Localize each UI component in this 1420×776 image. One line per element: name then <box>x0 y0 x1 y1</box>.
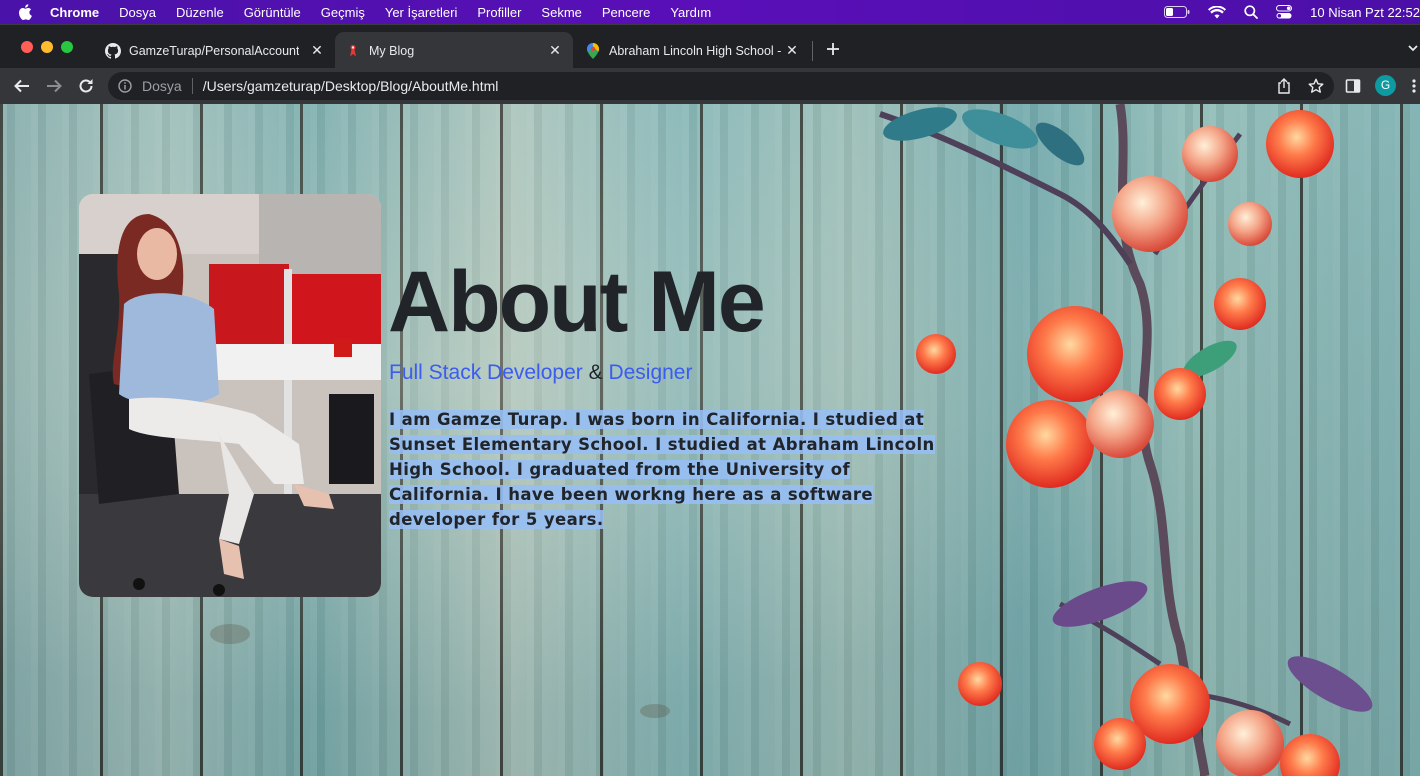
close-tab-icon[interactable]: ✕ <box>309 42 325 58</box>
github-icon <box>105 42 121 59</box>
menu-sekme[interactable]: Sekme <box>541 5 581 20</box>
new-tab-icon[interactable] <box>824 40 842 58</box>
bio-line: Sunset Elementary School. I studied at A… <box>389 435 935 454</box>
menu-gecmis[interactable]: Geçmiş <box>321 5 365 20</box>
battery-icon[interactable] <box>1164 6 1190 18</box>
menu-profiller[interactable]: Profiller <box>477 5 521 20</box>
menu-duzenle[interactable]: Düzenle <box>176 5 224 20</box>
role-designer: Designer <box>608 361 693 384</box>
wifi-icon[interactable] <box>1208 5 1227 19</box>
menu-chrome[interactable]: Chrome <box>50 5 99 20</box>
profile-avatar[interactable]: G <box>1375 75 1396 96</box>
forward-arrow-icon[interactable] <box>44 76 64 96</box>
bio-line: California. I have been workng here as a… <box>389 485 874 504</box>
menu-yardim[interactable]: Yardım <box>670 5 711 20</box>
close-window-button[interactable] <box>21 41 33 53</box>
menubar-clock[interactable]: 10 Nisan Pzt 22:52 <box>1310 5 1420 20</box>
chevron-down-icon[interactable] <box>1406 41 1420 55</box>
menu-dosya[interactable]: Dosya <box>119 5 156 20</box>
role-full-stack-developer: Full Stack Developer <box>389 361 583 384</box>
close-tab-icon[interactable]: ✕ <box>784 42 800 58</box>
menu-goruntule[interactable]: Görüntüle <box>244 5 301 20</box>
search-icon[interactable] <box>1244 5 1259 19</box>
browser-tab-strip: GamzeTurap/PersonalAccount ✕ My Blog ✕ A… <box>0 24 1420 69</box>
tab-title: GamzeTurap/PersonalAccount <box>129 43 300 58</box>
reload-icon[interactable] <box>76 76 96 96</box>
window-controls <box>21 41 81 53</box>
address-bar-actions <box>1262 76 1326 96</box>
page-viewport: About Me Full Stack Developer & Designer… <box>0 104 1420 776</box>
tab-title: Abraham Lincoln High School - <box>609 43 782 58</box>
wood-knot <box>640 704 670 718</box>
info-icon[interactable] <box>118 78 134 94</box>
ampersand: & <box>582 361 609 384</box>
more-menu-icon[interactable] <box>1408 76 1420 96</box>
tab-title: My Blog <box>369 43 415 58</box>
menu-pencere[interactable]: Pencere <box>602 5 650 20</box>
page-title: About Me <box>388 254 766 350</box>
menu-yer-isaretleri[interactable]: Yer İşaretleri <box>385 5 458 20</box>
star-bookmark-icon[interactable] <box>1306 76 1326 96</box>
zoom-window-button[interactable] <box>61 41 73 53</box>
blog-favicon-icon <box>345 43 361 59</box>
profile-photo <box>79 194 381 597</box>
tab-personal-account[interactable]: GamzeTurap/PersonalAccount ✕ <box>95 32 335 69</box>
subtitle: Full Stack Developer & Designer <box>389 361 692 385</box>
maps-pin-icon <box>585 42 601 59</box>
apple-icon[interactable] <box>18 4 36 20</box>
back-arrow-icon[interactable] <box>12 76 32 96</box>
side-panel-icon[interactable] <box>1343 76 1363 96</box>
close-tab-icon[interactable]: ✕ <box>547 42 563 58</box>
url-text[interactable]: /Users/gamzeturap/Desktop/Blog/AboutMe.h… <box>203 78 499 94</box>
minimize-window-button[interactable] <box>41 41 53 53</box>
control-center-icon[interactable] <box>1276 5 1293 19</box>
browser-toolbar: Dosya /Users/gamzeturap/Desktop/Blog/Abo… <box>0 68 1420 104</box>
bio-line: I am Gamze Turap. I was born in Californ… <box>389 410 925 429</box>
url-scheme-label: Dosya <box>142 78 182 94</box>
share-icon[interactable] <box>1274 76 1294 96</box>
bio-paragraph: I am Gamze Turap. I was born in Californ… <box>389 407 949 532</box>
tab-separator <box>812 41 813 61</box>
wood-knot <box>210 624 250 644</box>
tab-abraham-lincoln[interactable]: Abraham Lincoln High School - ✕ <box>575 32 810 69</box>
bio-line: developer for 5 years. <box>389 510 604 529</box>
macos-menu-bar: Chrome Dosya Düzenle Görüntüle Geçmiş Ye… <box>0 0 1420 24</box>
bio-line: High School. I graduated from the Univer… <box>389 460 851 479</box>
tab-my-blog[interactable]: My Blog ✕ <box>335 32 573 69</box>
address-bar[interactable]: Dosya /Users/gamzeturap/Desktop/Blog/Abo… <box>108 72 1334 100</box>
address-divider <box>191 78 193 94</box>
